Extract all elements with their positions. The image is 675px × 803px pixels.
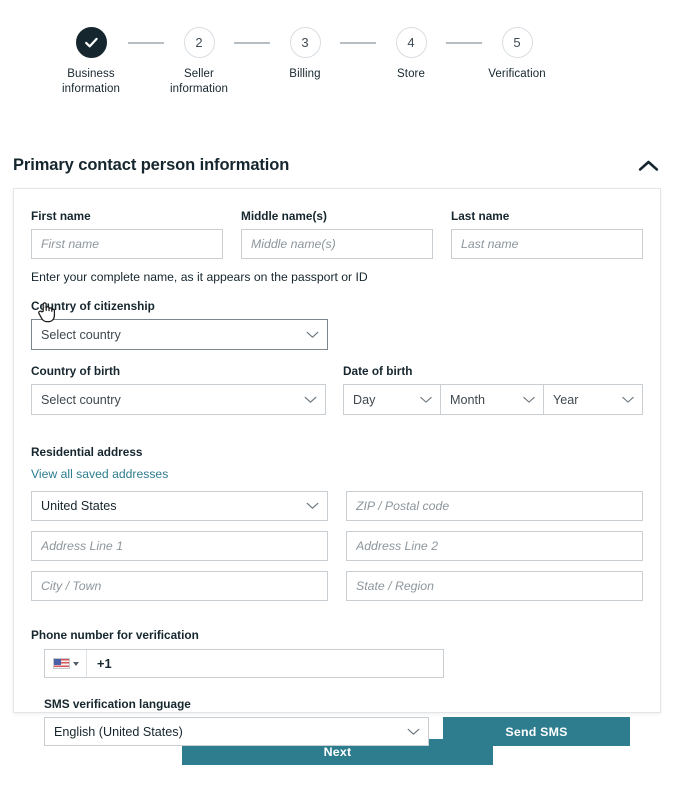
step-4-circle: 4 xyxy=(395,27,427,58)
birth-row: Country of birth Select country Date of … xyxy=(31,364,643,415)
dob-month-value: Month xyxy=(450,392,486,407)
step-connector-3 xyxy=(340,42,376,44)
chevron-down-icon xyxy=(420,393,432,407)
last-name-label: Last name xyxy=(451,209,510,223)
step-4-label: Store xyxy=(397,68,425,80)
address-country-select[interactable]: United States xyxy=(31,491,328,521)
country-citizenship-group: Country of citizenship Select country xyxy=(31,299,328,350)
zip-postal-code-input[interactable] xyxy=(346,491,643,521)
name-row: First name Middle name(s) Last name xyxy=(31,209,643,259)
page-title: Primary contact person information xyxy=(13,155,290,174)
first-name-group: First name xyxy=(31,209,223,259)
date-of-birth-controls: Day Month Year xyxy=(343,384,643,415)
country-birth-group: Country of birth Select country xyxy=(31,364,326,415)
step-2-circle: 2 xyxy=(183,27,215,58)
section-header: Primary contact person information xyxy=(0,142,675,188)
sms-language-group: SMS verification language xyxy=(31,697,643,711)
sms-language-value: English (United States) xyxy=(54,724,183,739)
address-line-2-input[interactable] xyxy=(346,531,643,561)
address-country-value: United States xyxy=(41,499,117,513)
last-name-group: Last name xyxy=(451,209,643,259)
step-verification[interactable]: 5 Verification xyxy=(482,27,552,82)
step-3-label: Billing xyxy=(289,68,321,80)
name-helper-text: Enter your complete name, as it appears … xyxy=(31,270,368,284)
phone-field-wrap: +1 xyxy=(31,649,643,678)
progress-stepper: Business information 2 Seller informatio… xyxy=(0,0,675,120)
us-flag-icon xyxy=(52,658,70,669)
step-3-circle: 3 xyxy=(289,27,321,58)
send-sms-button[interactable]: Send SMS xyxy=(443,717,630,746)
first-name-label: First name xyxy=(31,209,91,223)
country-birth-label: Country of birth xyxy=(31,364,121,378)
primary-contact-card: First name Middle name(s) Last name Ente… xyxy=(13,188,661,746)
address-grid: United States xyxy=(31,491,643,601)
dob-day-select[interactable]: Day xyxy=(343,384,440,415)
residential-address-group: Residential address View all saved addre… xyxy=(31,445,643,483)
chevron-down-icon xyxy=(622,393,634,407)
dob-day-value: Day xyxy=(353,392,376,407)
residential-address-label: Residential address xyxy=(31,445,143,459)
step-store[interactable]: 4 Store xyxy=(376,27,446,82)
date-of-birth-label: Date of birth xyxy=(343,364,413,378)
dob-year-select[interactable]: Year xyxy=(543,384,643,415)
step-5-label: Verification xyxy=(488,68,546,80)
signup-wizard-page: Business information 2 Seller informatio… xyxy=(0,0,675,803)
collapse-section-button[interactable] xyxy=(635,152,661,178)
chevron-down-icon xyxy=(306,328,319,342)
sms-row: English (United States) Send SMS xyxy=(31,717,643,746)
country-birth-value: Select country xyxy=(41,392,121,407)
step-connector-1 xyxy=(128,42,164,44)
step-connector-2 xyxy=(234,42,270,44)
step-5-circle: 5 xyxy=(501,27,533,58)
country-citizenship-value: Select country xyxy=(41,327,121,342)
step-business-information[interactable]: Business information xyxy=(56,27,126,97)
chevron-up-icon xyxy=(638,160,658,171)
city-town-input[interactable] xyxy=(31,571,328,601)
view-saved-addresses-link[interactable]: View all saved addresses xyxy=(31,467,168,481)
country-citizenship-select[interactable]: Select country xyxy=(31,319,328,350)
chevron-down-icon xyxy=(304,393,317,407)
country-citizenship-label: Country of citizenship xyxy=(31,299,155,313)
chevron-down-icon xyxy=(306,499,319,513)
middle-name-input[interactable] xyxy=(241,229,433,259)
phone-label: Phone number for verification xyxy=(31,628,199,642)
phone-group: Phone number for verification xyxy=(31,628,643,642)
phone-country-code: +1 xyxy=(97,656,112,671)
first-name-input[interactable] xyxy=(31,229,223,259)
country-birth-select[interactable]: Select country xyxy=(31,384,326,415)
step-seller-information[interactable]: 2 Seller information xyxy=(164,27,234,97)
chevron-down-icon xyxy=(523,393,535,407)
sms-language-label: SMS verification language xyxy=(44,697,191,711)
phone-country-selector[interactable] xyxy=(45,650,87,677)
check-icon xyxy=(84,37,98,48)
address-line-1-input[interactable] xyxy=(31,531,328,561)
dob-month-select[interactable]: Month xyxy=(440,384,543,415)
step-1-label: Business information xyxy=(62,68,120,95)
last-name-input[interactable] xyxy=(451,229,643,259)
middle-name-group: Middle name(s) xyxy=(241,209,433,259)
step-1-circle xyxy=(75,27,107,58)
sms-language-select[interactable]: English (United States) xyxy=(44,717,429,746)
phone-input-row: +1 xyxy=(44,649,444,678)
chevron-down-icon xyxy=(407,725,420,739)
state-region-input[interactable] xyxy=(346,571,643,601)
dob-year-value: Year xyxy=(553,392,579,407)
chevron-down-icon xyxy=(72,661,79,666)
step-2-label: Seller information xyxy=(170,68,228,95)
step-connector-4 xyxy=(446,42,482,44)
step-billing[interactable]: 3 Billing xyxy=(270,27,340,82)
middle-name-label: Middle name(s) xyxy=(241,209,327,223)
date-of-birth-group: Date of birth Day Month Year xyxy=(343,364,643,415)
